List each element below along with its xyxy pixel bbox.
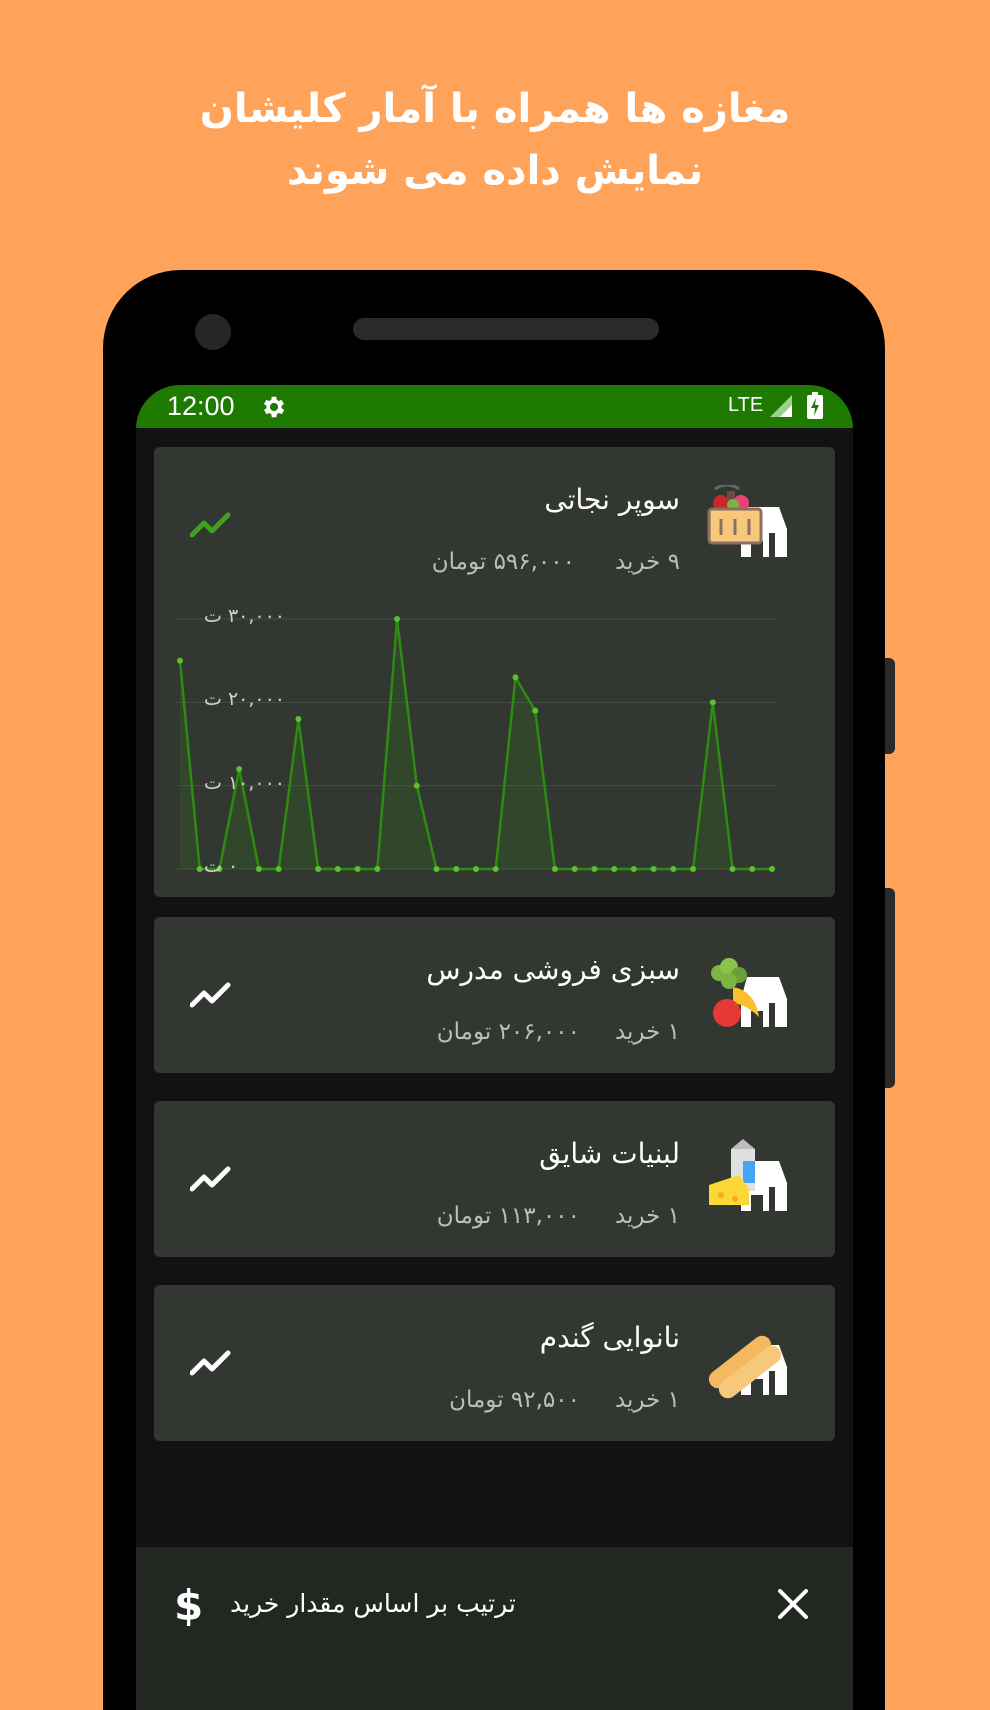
- app-screen: 12:00 LTE سوپر نجاتی ۹ خرید ۵۹۶,۰۰۰ توما…: [136, 385, 853, 1710]
- signal-icon: [770, 395, 792, 417]
- headline-line-1: مغازه ها همراه با آمار کلیشان: [199, 86, 791, 132]
- grocery-basket-store-icon: [707, 485, 787, 557]
- front-camera: [195, 314, 231, 350]
- y-tick-label: ۳۰,۰۰۰ ت: [204, 605, 286, 627]
- purchase-count: ۱ خرید: [614, 1387, 680, 1413]
- close-icon[interactable]: [776, 1587, 810, 1621]
- data-point[interactable]: [354, 866, 361, 872]
- y-tick-label: ۲۰,۰۰۰ ت: [204, 688, 286, 711]
- data-point[interactable]: [571, 866, 578, 872]
- data-point[interactable]: [453, 866, 460, 872]
- shop-card-2[interactable]: سبزی فروشی مدرس ۱ خرید ۲۰۶,۰۰۰ تومان: [154, 917, 835, 1073]
- earpiece-speaker: [353, 318, 659, 340]
- data-point[interactable]: [630, 866, 637, 872]
- data-point[interactable]: [611, 866, 618, 872]
- total-amount: ۵۹۶,۰۰۰ تومان: [431, 549, 575, 575]
- y-tick-label: ۰ ت: [204, 855, 239, 877]
- data-point[interactable]: [433, 866, 440, 872]
- total-amount: ۱۱۳,۰۰۰ تومان: [436, 1203, 580, 1229]
- data-point[interactable]: [650, 866, 657, 872]
- data-point[interactable]: [177, 657, 183, 664]
- data-point[interactable]: [670, 866, 677, 872]
- data-point[interactable]: [749, 866, 756, 872]
- purchase-count: ۱ خرید: [614, 1203, 680, 1229]
- data-point[interactable]: [255, 866, 262, 872]
- purchase-count: ۱ خرید: [614, 1019, 680, 1045]
- sort-by-amount-label[interactable]: ترتیب بر اساس مقدار خرید: [230, 1589, 516, 1618]
- purchase-count: ۹ خرید: [614, 549, 680, 575]
- shop-name: لبنیات شایق: [539, 1137, 680, 1170]
- data-point[interactable]: [532, 707, 539, 714]
- data-point[interactable]: [473, 866, 479, 872]
- data-point[interactable]: [295, 716, 302, 722]
- data-point[interactable]: [591, 866, 598, 872]
- status-time: 12:00: [167, 391, 235, 421]
- total-amount: ۲۰۶,۰۰۰ تومان: [436, 1019, 580, 1045]
- shop-card-1[interactable]: سوپر نجاتی ۹ خرید ۵۹۶,۰۰۰ تومان ۰ ت ۱۰,۰…: [154, 447, 835, 897]
- dairy-store-icon: [709, 1139, 787, 1211]
- trending-up-icon[interactable]: [190, 511, 232, 539]
- data-point[interactable]: [492, 866, 499, 872]
- dollar-icon: $: [174, 1581, 204, 1630]
- data-point[interactable]: [512, 674, 519, 681]
- data-point[interactable]: [394, 616, 401, 622]
- data-point[interactable]: [334, 866, 341, 872]
- promo-headline: مغازه ها همراه با آمار کلیشان نمایش داده…: [0, 78, 990, 202]
- phone-frame: 12:00 LTE سوپر نجاتی ۹ خرید ۵۹۶,۰۰۰ توما…: [103, 270, 895, 1710]
- data-point[interactable]: [690, 866, 697, 872]
- trending-up-icon[interactable]: [190, 1349, 232, 1377]
- status-bar: 12:00 LTE: [136, 385, 853, 428]
- sort-bottom-sheet: $ ترتیب بر اساس مقدار خرید: [136, 1547, 853, 1710]
- data-point[interactable]: [729, 866, 736, 872]
- series-area-fill: [180, 619, 772, 869]
- data-point[interactable]: [315, 866, 322, 872]
- y-tick-label: ۱۰,۰۰۰ ت: [204, 771, 286, 794]
- shop-name: نانوایی گندم: [539, 1321, 680, 1354]
- phone-power-button: [885, 888, 895, 1088]
- data-point[interactable]: [374, 866, 381, 872]
- series-line: [178, 618, 772, 871]
- phone-volume-button: [885, 658, 895, 754]
- chart-plot: [176, 616, 776, 872]
- network-type: LTE: [728, 394, 764, 416]
- battery-charging-icon: [807, 392, 823, 419]
- total-amount: ۹۲,۵۰۰ تومان: [449, 1387, 580, 1413]
- headline-line-2: نمایش داده می شوند: [286, 148, 704, 194]
- vegetables-store-icon: [711, 958, 787, 1027]
- data-point[interactable]: [413, 782, 420, 789]
- shop-name: سوپر نجاتی: [544, 483, 680, 516]
- bakery-store-icon: [708, 1335, 787, 1399]
- data-point[interactable]: [769, 866, 775, 872]
- data-point[interactable]: [275, 866, 282, 872]
- shop-card-4[interactable]: نانوایی گندم ۱ خرید ۹۲,۵۰۰ تومان: [154, 1285, 835, 1441]
- gear-icon: [263, 396, 285, 418]
- data-point[interactable]: [196, 866, 203, 872]
- shop-card-3[interactable]: لبنیات شایق ۱ خرید ۱۱۳,۰۰۰ تومان: [154, 1101, 835, 1257]
- data-point[interactable]: [709, 699, 716, 706]
- trending-up-icon[interactable]: [190, 981, 232, 1009]
- shop-name: سبزی فروشی مدرس: [426, 953, 680, 986]
- trending-up-icon[interactable]: [190, 1165, 232, 1193]
- data-point[interactable]: [551, 866, 558, 872]
